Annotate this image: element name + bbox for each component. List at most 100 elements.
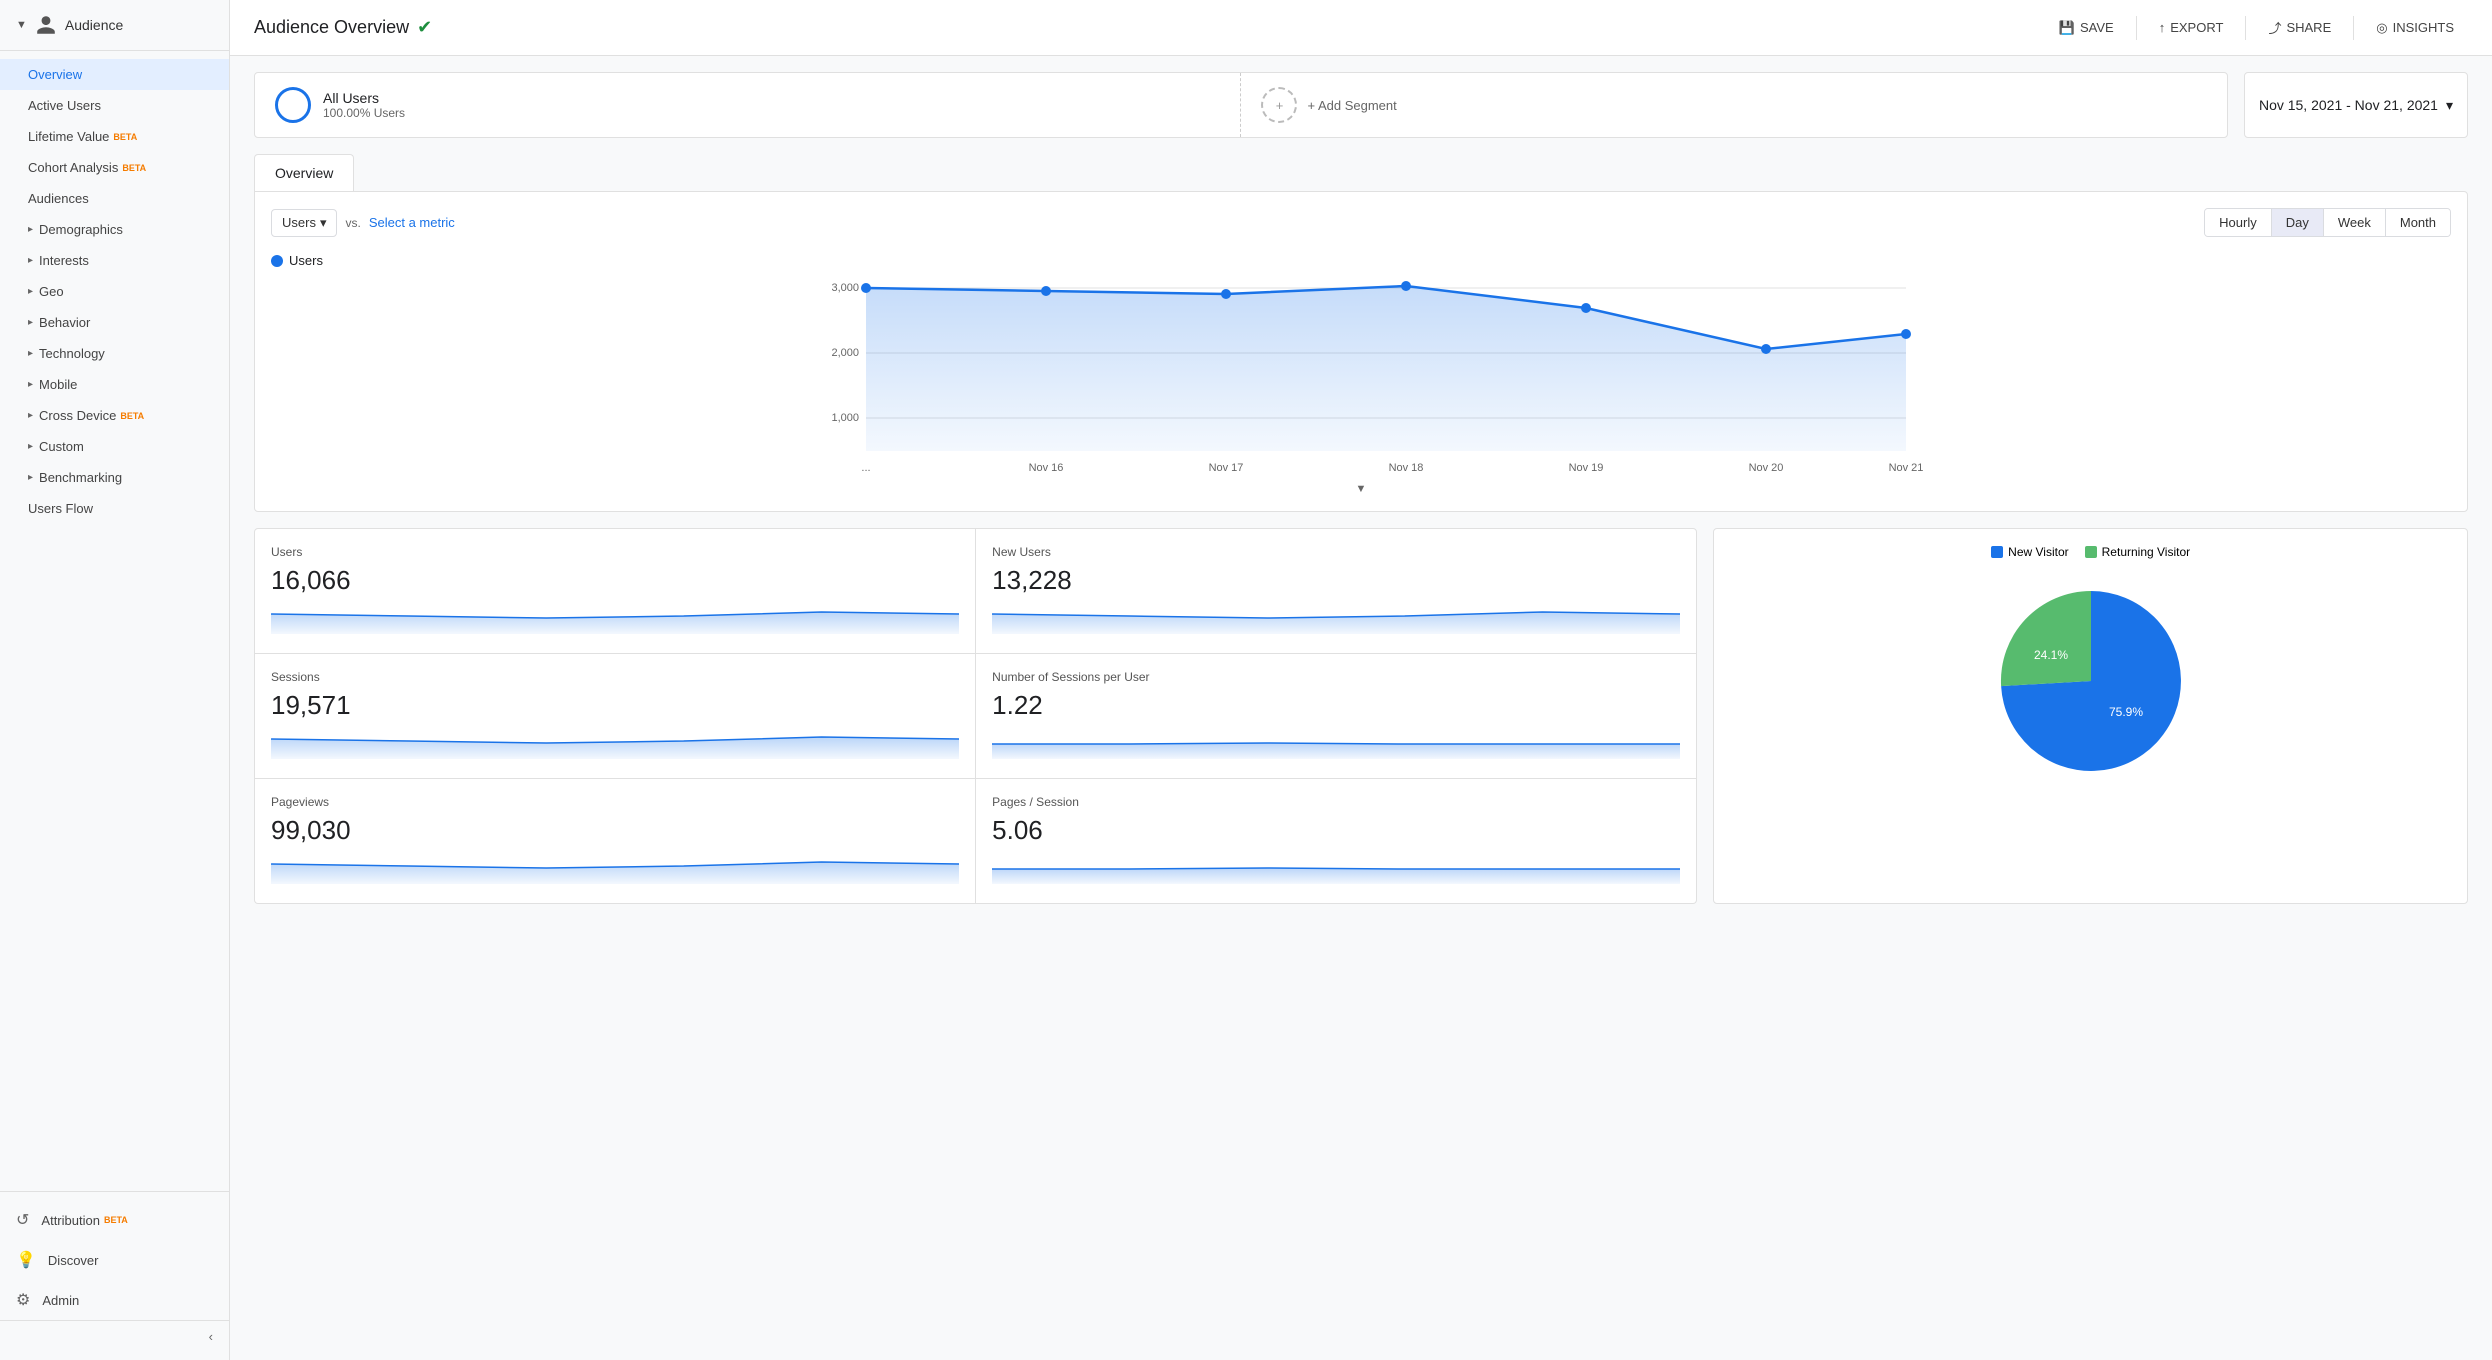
sidebar-item-overview[interactable]: Overview <box>0 59 229 90</box>
tab-overview[interactable]: Overview <box>254 154 354 191</box>
attribution-icon: ↺ <box>16 1210 29 1230</box>
sidebar-item-cohort-analysis[interactable]: Cohort AnalysisBETA <box>0 152 229 183</box>
users-legend-dot <box>271 255 283 267</box>
nav-item-label: Active Users <box>28 98 101 113</box>
metric-dropdown[interactable]: Users ▾ <box>271 209 337 237</box>
stat-card-sessions: Sessions 19,571 <box>255 654 975 778</box>
content-area: All Users 100.00% Users + + Add Segment … <box>230 56 2492 1360</box>
sidebar-bottom-item-admin[interactable]: ⚙Admin <box>0 1280 229 1320</box>
stats-row: Users 16,066 New Users 13,228 <box>254 528 2468 904</box>
all-users-segment[interactable]: All Users 100.00% Users <box>255 73 1241 137</box>
time-buttons-group: HourlyDayWeekMonth <box>2204 208 2451 237</box>
sidebar-item-interests[interactable]: ▸ Interests <box>0 245 229 276</box>
date-range-picker[interactable]: Nov 15, 2021 - Nov 21, 2021 ▾ <box>2244 72 2468 138</box>
insights-icon: ◎ <box>2376 20 2387 36</box>
svg-text:Nov 16: Nov 16 <box>1029 462 1064 474</box>
pie-chart: 24.1% 75.9% <box>1981 571 2201 791</box>
returning-visitor-label: Returning Visitor <box>2102 545 2191 559</box>
chart-controls: Users ▾ vs. Select a metric HourlyDayWee… <box>271 208 2451 237</box>
nav-item-label: Interests <box>39 253 89 268</box>
nav-item-label: Mobile <box>39 377 77 392</box>
time-btn-day[interactable]: Day <box>2272 209 2324 236</box>
save-label: SAVE <box>2080 20 2114 35</box>
data-point-nov18 <box>1401 281 1411 291</box>
add-segment-circle-icon: + <box>1261 87 1297 123</box>
stat-card-pageviews: Pageviews 99,030 <box>255 779 975 903</box>
mini-chart-sessions-per-user <box>992 729 1680 759</box>
returning-visitor-dot <box>2085 546 2097 558</box>
chart-controls-left: Users ▾ vs. Select a metric <box>271 209 455 237</box>
time-btn-month[interactable]: Month <box>2386 209 2450 236</box>
stat-value-sessions: 19,571 <box>271 690 959 721</box>
sidebar-item-geo[interactable]: ▸ Geo <box>0 276 229 307</box>
sidebar-bottom: ↺ Attribution BETA 💡 Discover ⚙Admin ‹ <box>0 1191 229 1360</box>
sidebar-item-users-flow[interactable]: Users Flow <box>0 493 229 524</box>
save-button[interactable]: 💾SAVE <box>2045 13 2128 43</box>
nav-item-label: Overview <box>28 67 82 82</box>
insights-button[interactable]: ◎ INSIGHTS <box>2362 13 2468 43</box>
nav-item-label: Users Flow <box>28 501 93 516</box>
svg-text:...: ... <box>861 462 870 474</box>
arrow-icon: ▸ <box>28 317 33 328</box>
arrow-icon: ▸ <box>28 286 33 297</box>
new-visitor-dot <box>1991 546 2003 558</box>
sidebar-item-mobile[interactable]: ▸ Mobile <box>0 369 229 400</box>
share-label: SHARE <box>2286 20 2331 35</box>
bottom-item-label: Attribution <box>41 1213 100 1228</box>
topbar-right: 💾SAVE ↑EXPORT ⤴SHARE ◎ INSIGHTS <box>2041 11 2468 44</box>
sidebar-title: Audience <box>65 17 123 33</box>
insights-label: INSIGHTS <box>2393 20 2454 35</box>
nav-item-label: Demographics <box>39 222 123 237</box>
sidebar-item-audiences[interactable]: Audiences <box>0 183 229 214</box>
sidebar-item-behavior[interactable]: ▸ Behavior <box>0 307 229 338</box>
bottom-item-label: Discover <box>48 1253 99 1268</box>
line-chart-svg: 3,000 2,000 1,000 <box>271 276 2451 476</box>
svg-text:3,000: 3,000 <box>831 282 859 294</box>
export-button[interactable]: ↑EXPORT <box>2145 13 2238 42</box>
add-segment-button[interactable]: + + Add Segment <box>1241 73 2226 137</box>
export-label: EXPORT <box>2170 20 2223 35</box>
sidebar-item-lifetime-value[interactable]: Lifetime ValueBETA <box>0 121 229 152</box>
main-content: Audience Overview ✔ 💾SAVE ↑EXPORT ⤴SHARE ◎ I… <box>230 0 2492 1360</box>
svg-text:Nov 20: Nov 20 <box>1749 462 1784 474</box>
date-range-label: Nov 15, 2021 - Nov 21, 2021 <box>2259 97 2438 113</box>
discover-icon: 💡 <box>16 1250 36 1270</box>
sidebar-item-custom[interactable]: ▸ Custom <box>0 431 229 462</box>
sidebar-collapse-arrow[interactable]: ▼ <box>16 19 27 31</box>
nav-item-label: Audiences <box>28 191 89 206</box>
time-btn-week[interactable]: Week <box>2324 209 2386 236</box>
arrow-icon: ▸ <box>28 441 33 452</box>
data-point-nov15 <box>861 283 871 293</box>
nav-item-label: Benchmarking <box>39 470 122 485</box>
arrow-icon: ▸ <box>28 224 33 235</box>
sidebar: ▼ Audience Overview Active Users Lifetime … <box>0 0 230 1360</box>
verified-icon: ✔ <box>417 17 432 38</box>
sidebar-item-demographics[interactable]: ▸ Demographics <box>0 214 229 245</box>
nav-item-label: Geo <box>39 284 64 299</box>
sidebar-item-technology[interactable]: ▸ Technology <box>0 338 229 369</box>
svg-text:1,000: 1,000 <box>831 412 859 424</box>
stat-label-new-users: New Users <box>992 545 1680 559</box>
pie-legend: New Visitor Returning Visitor <box>1730 545 2451 559</box>
chart-collapse-icon[interactable]: ▼ <box>1356 483 1367 495</box>
topbar-divider <box>2245 16 2246 40</box>
sidebar-bottom-item-discover[interactable]: 💡 Discover <box>0 1240 229 1280</box>
stat-value-pages-session: 5.06 <box>992 815 1680 846</box>
nav-item-label: Behavior <box>39 315 90 330</box>
stat-value-new-users: 13,228 <box>992 565 1680 596</box>
share-button[interactable]: ⤴SHARE <box>2254 11 2345 44</box>
arrow-icon: ▸ <box>28 348 33 359</box>
time-btn-hourly[interactable]: Hourly <box>2205 209 2272 236</box>
data-point-nov21 <box>1901 329 1911 339</box>
sidebar-bottom-item-attribution[interactable]: ↺ Attribution BETA <box>0 1200 229 1240</box>
sidebar-item-active-users[interactable]: Active Users <box>0 90 229 121</box>
pie-legend-item-new-visitor: New Visitor <box>1991 545 2068 559</box>
sidebar-item-benchmarking[interactable]: ▸ Benchmarking <box>0 462 229 493</box>
sidebar-collapse-button[interactable]: ‹ <box>0 1320 229 1352</box>
topbar-divider <box>2353 16 2354 40</box>
sidebar-item-cross-device[interactable]: ▸ Cross DeviceBETA <box>0 400 229 431</box>
page-title: Audience Overview <box>254 17 409 38</box>
beta-badge: BETA <box>104 1215 128 1225</box>
select-metric-link[interactable]: Select a metric <box>369 215 455 230</box>
beta-badge: BETA <box>113 132 137 142</box>
